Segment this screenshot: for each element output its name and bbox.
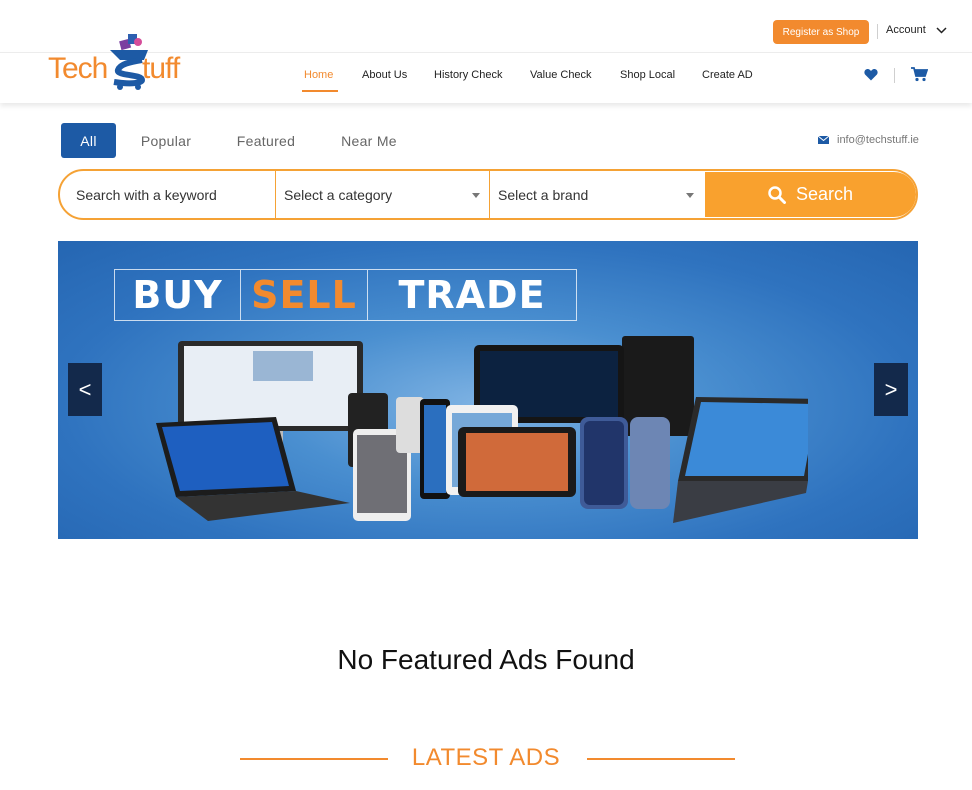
brand-select-label: Select a brand (498, 186, 589, 203)
heart-icon[interactable] (864, 68, 878, 81)
latest-ads-heading: LATEST ADS (411, 744, 561, 771)
carousel-prev-button[interactable]: < (68, 363, 102, 416)
email-text: info@techstuff.ie (837, 134, 919, 146)
nav-menu: Home About Us History Check Value Check … (0, 52, 972, 103)
banner-word-sell: SELL (241, 270, 368, 320)
active-nav-underline (302, 90, 338, 92)
category-select-label: Select a category (284, 186, 393, 203)
brand-select[interactable]: Select a brand (489, 171, 704, 218)
nav-item-create-ad[interactable]: Create AD (702, 69, 753, 81)
caret-down-icon (686, 193, 694, 198)
caret-down-icon (472, 193, 480, 198)
nav-item-shop-local[interactable]: Shop Local (620, 69, 675, 81)
cart-icon[interactable] (911, 67, 928, 82)
category-select[interactable]: Select a category (275, 171, 490, 218)
tab-featured[interactable]: Featured (232, 123, 300, 158)
buy-sell-trade-heading: BUY SELL TRADE (114, 269, 577, 321)
search-icon (768, 185, 786, 204)
nav-item-value-check[interactable]: Value Check (530, 69, 592, 81)
devices-illustration (156, 336, 808, 523)
account-menu[interactable]: Account (886, 24, 947, 36)
keyword-search-input[interactable] (60, 171, 276, 218)
nav-divider (894, 68, 895, 83)
search-button-label: Search (795, 184, 854, 204)
account-label: Account (886, 24, 926, 36)
hero-banner-carousel: BUY SELL TRADE < > (58, 241, 918, 539)
contact-email[interactable]: info@techstuff.ie (818, 134, 919, 146)
carousel-next-button[interactable]: > (874, 363, 908, 416)
search-bar: Select a category Select a brand Search (58, 169, 918, 220)
banner-word-buy: BUY (115, 270, 241, 320)
tab-all[interactable]: All (61, 123, 116, 158)
nav-item-home[interactable]: Home (304, 69, 333, 81)
search-button[interactable]: Search (705, 172, 916, 217)
nav-item-about-us[interactable]: About Us (362, 69, 407, 81)
tab-popular[interactable]: Popular (136, 123, 196, 158)
latest-ads-line-right (587, 758, 735, 760)
no-featured-ads-message: No Featured Ads Found (337, 644, 635, 675)
nav-item-history-check[interactable]: History Check (434, 69, 502, 81)
register-as-shop-button[interactable]: Register as Shop (773, 20, 869, 44)
chevron-down-icon (936, 26, 947, 34)
banner-word-trade: TRADE (398, 273, 546, 317)
envelope-icon (818, 136, 829, 144)
tab-near-me[interactable]: Near Me (336, 123, 402, 158)
top-divider (877, 24, 878, 39)
